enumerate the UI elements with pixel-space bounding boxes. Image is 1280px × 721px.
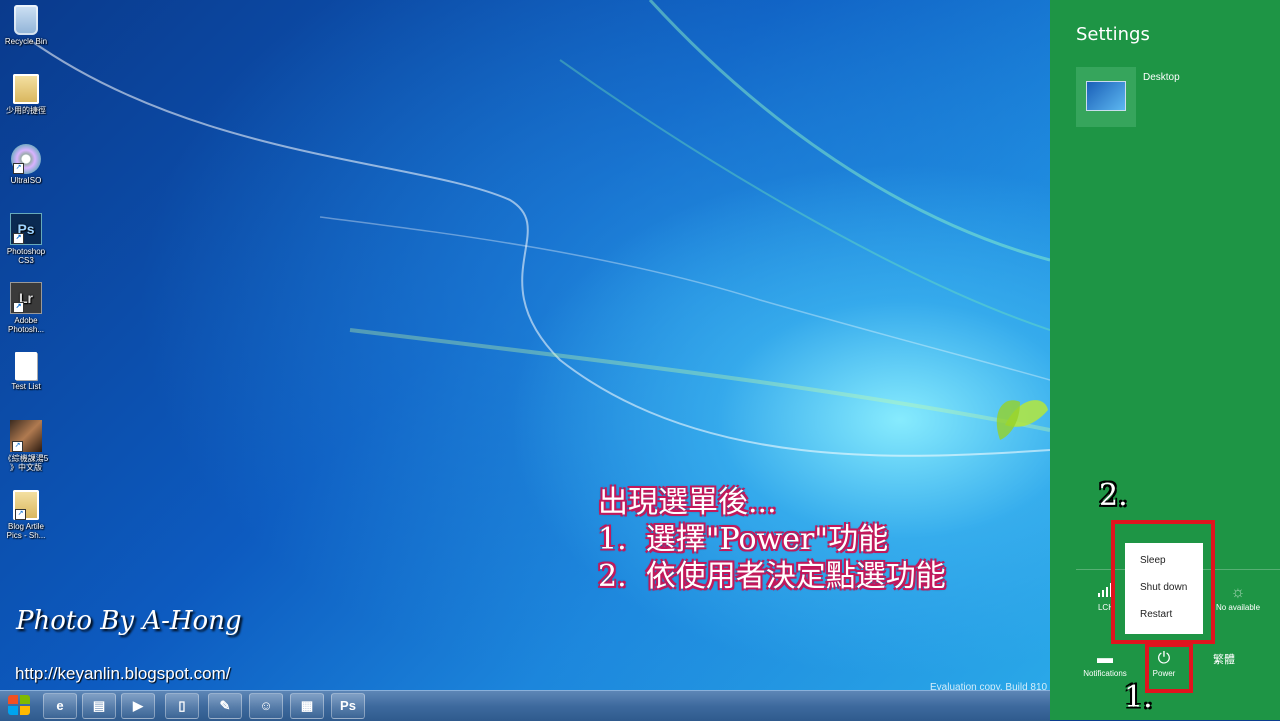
- step-1-marker: 1.: [1124, 680, 1153, 715]
- paint-icon: ✎: [219, 698, 231, 713]
- desktop-tile-label: Desktop: [1143, 72, 1180, 83]
- lightroom-icon: Lr ↗: [10, 282, 42, 314]
- windows-logo-part: [20, 695, 30, 704]
- windows-logo-part: [20, 706, 30, 715]
- notifications-setting[interactable]: ▬ Notifications: [1077, 649, 1133, 678]
- film-icon: ▦: [300, 698, 314, 713]
- annotation-line-2: 1. 選擇"Power"功能: [598, 522, 889, 557]
- shortcut-arrow-icon: ↗: [12, 441, 23, 452]
- notifications-label: Notifications: [1083, 669, 1127, 678]
- language-label: 繁體: [1213, 654, 1235, 666]
- desktop-icon[interactable]: 少用的捷徑: [0, 74, 52, 115]
- shortcut-arrow-icon: ↗: [13, 163, 24, 174]
- desktop-icon-label: 少用的捷徑: [6, 106, 46, 115]
- desktop-icon-label: Recycle Bin: [4, 37, 48, 46]
- photoshop-icon: Ps ↗: [10, 213, 42, 245]
- desktop-tile[interactable]: [1076, 67, 1136, 127]
- explorer-taskbar-button[interactable]: ▤: [82, 693, 116, 719]
- desktop-icon[interactable]: ↗ 《綜機課湯5 》中文版: [0, 420, 52, 472]
- desktop-icon-label: Photoshop CS3: [6, 247, 46, 265]
- brightness-label: No available: [1215, 603, 1261, 612]
- app-taskbar-button-4[interactable]: ▦: [290, 693, 324, 719]
- app-taskbar-button-3[interactable]: ☺: [249, 693, 283, 719]
- desktop-icon[interactable]: Test List: [0, 352, 52, 391]
- taskbar: e ▤ ▶ ▯ ✎ ☺ ▦ Ps: [0, 690, 1050, 721]
- shortcut-arrow-icon: ↗: [13, 233, 24, 244]
- folder-icon: ▤: [92, 698, 106, 713]
- annotation-line-1: 出現選單後...: [598, 485, 777, 520]
- folder-icon: ↗: [13, 490, 39, 520]
- photoshop-icon: Ps: [340, 698, 356, 713]
- desktop-icon[interactable]: ↗ Blog Artile Pics - Sh...: [0, 490, 52, 540]
- monitor-icon: [1086, 81, 1126, 111]
- windows-logo-icon: [8, 695, 18, 704]
- start-button[interactable]: [8, 695, 32, 717]
- photo-icon: ↗: [10, 420, 42, 452]
- annotation-line-3: 2. 依使用者決定點選功能: [598, 559, 946, 594]
- language-setting[interactable]: 繁體: [1196, 651, 1252, 667]
- desktop-icon-label: Test List: [11, 382, 41, 391]
- desktop-icon-label: UltraISO: [10, 176, 42, 185]
- step-2-marker: 2.: [1099, 478, 1128, 513]
- desktop-icon-label: Blog Artile Pics - Sh...: [6, 522, 46, 540]
- photo-credit: Photo By A-Hong: [16, 606, 242, 636]
- app-taskbar-button-1[interactable]: ▯: [165, 693, 199, 719]
- ie-taskbar-button[interactable]: e: [43, 693, 77, 719]
- shortcut-arrow-icon: ↗: [15, 509, 26, 520]
- document-icon: ▯: [178, 698, 186, 713]
- restart-option[interactable]: Restart: [1140, 609, 1172, 620]
- desktop-icon[interactable]: Lr ↗ Adobe Photosh...: [0, 282, 52, 334]
- desktop-icon[interactable]: Ps ↗ Photoshop CS3: [0, 213, 52, 265]
- leaf-shape: [996, 400, 1048, 440]
- evaluation-watermark: Evaluation copy. Build 810: [930, 682, 1048, 690]
- blog-url: http://keyanlin.blogspot.com/: [15, 664, 231, 683]
- charm-title: Settings: [1076, 24, 1150, 45]
- people-icon: ☺: [259, 698, 273, 713]
- desktop[interactable]: Recycle Bin 少用的捷徑 ↗ UltraISO Ps ↗ Photoshop CS…: [0, 0, 1050, 690]
- media-player-taskbar-button[interactable]: ▶: [121, 693, 155, 719]
- speech-bubble-icon: ▬: [1097, 650, 1113, 667]
- disc-icon: ↗: [11, 144, 41, 174]
- folder-icon: [13, 74, 39, 104]
- photoshop-taskbar-button[interactable]: Ps: [331, 693, 365, 719]
- recycle-bin-icon: [14, 5, 38, 35]
- sleep-option[interactable]: Sleep: [1140, 555, 1166, 566]
- desktop-icon-label: 《綜機課湯5 》中文版: [3, 454, 49, 472]
- windows-logo-part: [8, 706, 18, 715]
- app-taskbar-button-2[interactable]: ✎: [208, 693, 242, 719]
- ie-icon: e: [56, 698, 64, 713]
- power-menu: Sleep Shut down Restart: [1125, 543, 1203, 634]
- instruction-annotation: 出現選單後... 1. 選擇"Power"功能 2. 依使用者決定點選功能: [598, 484, 946, 595]
- shortcut-arrow-icon: ↗: [13, 302, 24, 313]
- desktop-icon[interactable]: ↗ UltraISO: [0, 144, 52, 185]
- text-file-icon: [15, 352, 37, 380]
- shut-down-option[interactable]: Shut down: [1140, 582, 1187, 593]
- desktop-icon[interactable]: Recycle Bin: [0, 5, 52, 46]
- desktop-icon-label: Adobe Photosh...: [7, 316, 45, 334]
- play-icon: ▶: [133, 698, 143, 713]
